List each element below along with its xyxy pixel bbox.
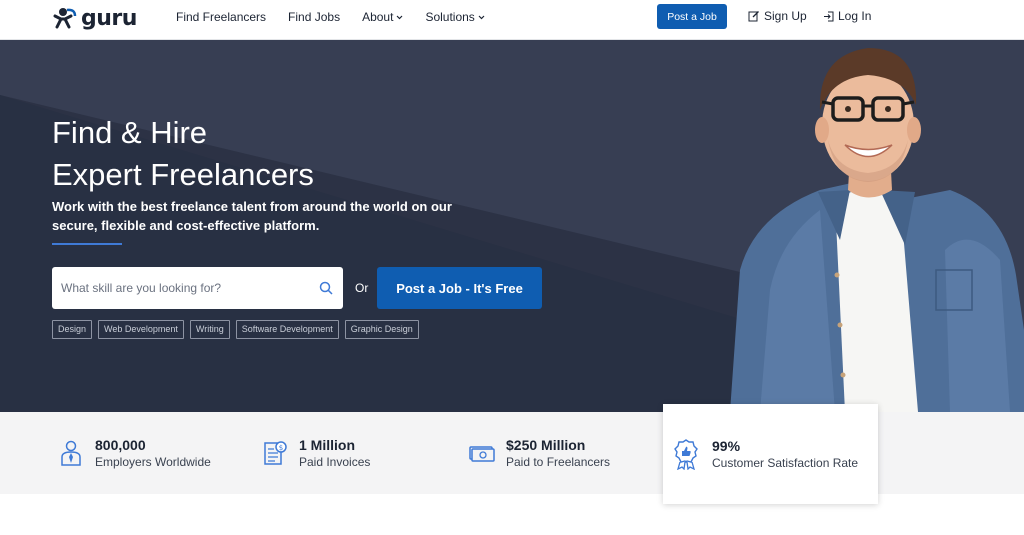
tag-writing[interactable]: Writing [189,320,230,339]
stat-text: 99% Customer Satisfaction Rate [712,437,858,472]
stat-label: Customer Satisfaction Rate [712,455,859,470]
svg-text:$: $ [279,444,283,452]
tag-graphic-design[interactable]: Graphic Design [344,320,419,339]
stat-value: $250 Million [506,436,586,453]
tag-web-development[interactable]: Web Development [98,320,184,339]
hero-title-line2: Expert Freelancers [52,157,314,192]
guru-logo[interactable]: guru [53,5,137,31]
employer-icon [61,440,81,466]
nav-about[interactable]: About [362,10,403,24]
stat-value: 1 Million [299,436,355,453]
post-job-free-button[interactable]: Post a Job - It's Free [377,267,542,309]
main-nav: Find Freelancers Find Jobs About Solutio… [176,0,507,34]
chevron-down-icon [397,15,403,19]
stat-label: Paid Invoices [299,454,371,469]
chevron-down-icon [478,15,485,19]
money-icon [469,446,495,462]
stat-text: $250 Million Paid to Freelancers [506,436,610,471]
invoice-icon: $ [264,441,287,465]
nav-find-jobs[interactable]: Find Jobs [288,10,340,24]
nav-label: Find Freelancers [176,10,267,24]
skill-search-input[interactable] [52,267,302,309]
hero-title-line1: Find & Hire [52,115,208,150]
nav-solutions[interactable]: Solutions [425,10,485,24]
header-post-job-button[interactable]: Post a Job [657,4,727,29]
login-icon [824,11,834,21]
stat-label: Employers Worldwide [95,454,211,469]
nav-label: About [362,10,394,24]
award-icon [674,439,698,470]
hero-divider [52,243,122,245]
sign-up-link[interactable]: Sign Up [748,9,807,23]
stat-invoices: $ 1 Million Paid Invoices [261,412,370,494]
hero-subtitle: Work with the best freelance talent from… [52,199,452,233]
stat-satisfaction-card: 99% Customer Satisfaction Rate [663,404,878,504]
hero-person-image [730,48,1024,412]
stat-text: 800,000 Employers Worldwide [95,436,211,471]
logo-text: guru [81,5,137,31]
sign-up-label: Sign Up [764,9,807,23]
hero-title: Find & Hire Expert Freelancers [52,112,314,196]
nav-find-freelancers[interactable]: Find Freelancers [176,10,266,24]
log-in-label: Log In [838,9,872,23]
stat-value: 800,000 [95,436,146,453]
site-header: guru Find Freelancers Find Jobs About So… [0,0,1024,40]
stat-label: Paid to Freelancers [506,454,611,469]
edit-icon [748,11,759,22]
or-label: Or [355,281,369,295]
hero-section: Find & Hire Expert Freelancers Work with… [0,40,1024,412]
search-icon[interactable] [319,281,333,295]
log-in-link[interactable]: Log In [823,9,871,23]
guru-logo-icon [53,8,77,29]
skill-search-box [52,267,343,309]
tag-software-development[interactable]: Software Development [235,320,339,339]
stat-value: 99% [712,437,741,454]
stat-text: 1 Million Paid Invoices [299,436,370,471]
nav-label: Solutions [425,10,475,24]
popular-skill-tags: Design Web Development Writing Software … [52,320,425,339]
stat-paid: $250 Million Paid to Freelancers [468,412,610,494]
stat-employers: 800,000 Employers Worldwide [57,412,211,494]
tag-design[interactable]: Design [52,320,93,339]
nav-label: Find Jobs [288,10,341,24]
